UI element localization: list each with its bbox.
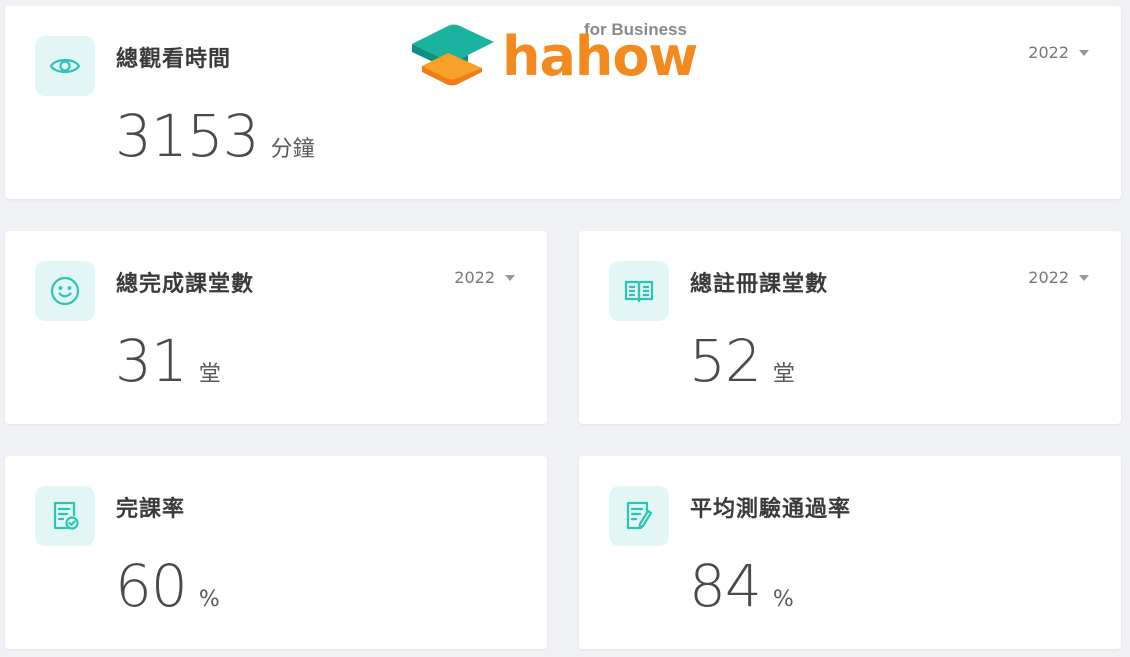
metric-value-row: 52 堂 [689,327,795,395]
document-check-icon [35,486,95,546]
quiz-pass-rate-card: 平均測驗通過率 84 % [579,456,1121,649]
card-title: 總完成課堂數 [116,272,255,297]
metric-value-row: 60 % [115,552,220,620]
caret-down-icon [1079,274,1089,281]
metric-unit: % [772,587,794,612]
metric-value: 3153 [115,102,260,170]
year-select[interactable]: 2022 [1028,43,1089,62]
metric-unit: 堂 [772,362,795,387]
hahow-logo: for Business hahow [408,16,703,88]
completion-rate-card: 完課率 60 % [5,456,547,649]
metric-value: 84 [689,552,762,620]
smile-icon [35,261,95,321]
card-title: 平均測驗通過率 [690,497,852,522]
completed-courses-card: 總完成課堂數 31 堂 2022 [5,231,547,424]
year-select[interactable]: 2022 [454,268,515,287]
document-edit-icon [609,486,669,546]
book-icon [609,261,669,321]
metric-unit: 分鐘 [270,137,315,162]
metric-unit: 堂 [198,362,221,387]
registered-courses-card: 總註冊課堂數 52 堂 2022 [579,231,1121,424]
metric-value: 52 [689,327,762,395]
hahow-logo-mark [412,24,494,86]
metric-value-row: 84 % [689,552,794,620]
card-title: 總註冊課堂數 [690,272,829,297]
year-select-value: 2022 [454,268,495,287]
metric-value-row: 31 堂 [115,327,221,395]
card-title: 完課率 [116,497,186,522]
logo-wordmark: hahow [502,25,698,88]
caret-down-icon [505,274,515,281]
metric-value: 60 [115,552,188,620]
year-select[interactable]: 2022 [1028,268,1089,287]
eye-icon [35,36,95,96]
metric-value-row: 3153 分鐘 [115,102,315,170]
metric-unit: % [198,587,220,612]
card-title: 總觀看時間 [116,47,232,72]
year-select-value: 2022 [1028,268,1069,287]
year-select-value: 2022 [1028,43,1069,62]
metric-value: 31 [115,327,188,395]
caret-down-icon [1079,49,1089,56]
